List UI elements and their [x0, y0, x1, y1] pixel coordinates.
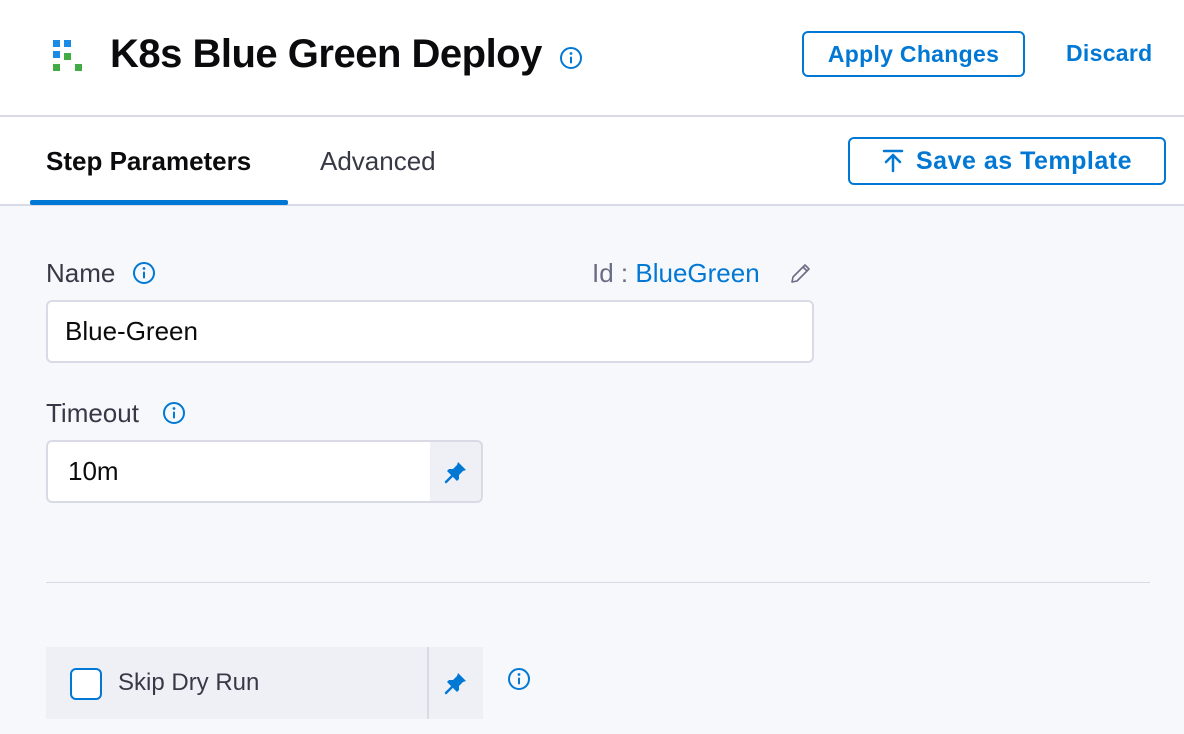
tab-step-parameters[interactable]: Step Parameters	[46, 146, 251, 177]
skip-dry-run-field: Skip Dry Run	[46, 647, 429, 719]
edit-id-pencil-icon[interactable]	[789, 261, 813, 285]
upload-icon	[882, 149, 904, 173]
name-label: Name	[46, 258, 116, 288]
timeout-info-icon[interactable]	[162, 401, 186, 425]
apply-changes-button[interactable]: Apply Changes	[802, 31, 1025, 77]
timeout-multi-type-button[interactable]	[430, 440, 483, 503]
skip-dry-run-multi-type-button[interactable]	[429, 647, 483, 719]
section-divider	[46, 582, 1150, 583]
tab-bar: Step Parameters Advanced Save as Templat…	[0, 117, 1184, 206]
step-id: Id : BlueGreen	[592, 258, 760, 289]
id-label: Id :	[592, 258, 629, 288]
name-info-icon[interactable]	[132, 261, 156, 285]
name-input[interactable]: Blue-Green	[46, 300, 814, 363]
page-title: K8s Blue Green Deploy	[110, 32, 542, 76]
active-tab-indicator	[30, 200, 288, 205]
skip-dry-run-label[interactable]: Skip Dry Run	[118, 669, 259, 697]
k8s-step-logo-icon	[53, 40, 82, 71]
id-value: BlueGreen	[635, 258, 760, 288]
step-header: K8s Blue Green Deploy Apply Changes Disc…	[0, 0, 1184, 117]
skip-dry-run-info-icon[interactable]	[507, 667, 531, 691]
pin-icon	[444, 461, 466, 483]
info-icon[interactable]	[559, 46, 583, 70]
discard-button[interactable]: Discard	[1066, 40, 1152, 67]
tab-advanced[interactable]: Advanced	[320, 146, 436, 177]
pin-icon	[444, 673, 466, 695]
timeout-label: Timeout	[46, 398, 139, 428]
timeout-input[interactable]: 10m	[46, 440, 432, 503]
save-as-template-button[interactable]: Save as Template	[848, 137, 1166, 185]
skip-dry-run-checkbox[interactable]	[70, 668, 102, 700]
step-form: Name Id : BlueGreen Blue-Green Timeout 1…	[0, 206, 1184, 734]
save-as-template-label: Save as Template	[916, 146, 1132, 175]
